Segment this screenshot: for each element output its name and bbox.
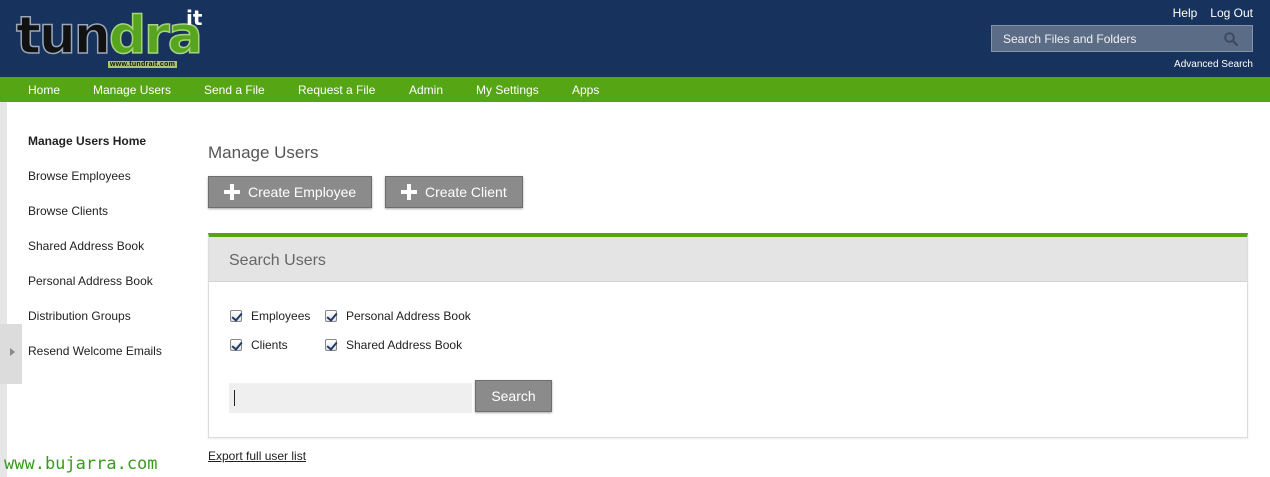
sidebar-item-manage-users-home[interactable]: Manage Users Home [28, 134, 146, 148]
shared-address-book-checkbox[interactable]: Shared Address Book [325, 338, 462, 352]
sidebar-item-personal-address-book[interactable]: Personal Address Book [28, 274, 153, 288]
search-users-panel-header: Search Users [209, 237, 1247, 282]
header-bar: tundra it www.tundrait.com Help Log Out … [0, 0, 1270, 77]
checkbox-checked-icon[interactable] [325, 339, 337, 351]
panel-title: Search Users [229, 252, 326, 269]
search-button[interactable]: Search [475, 380, 552, 412]
checkbox-checked-icon[interactable] [325, 310, 337, 322]
sidebar-item-resend-welcome-emails[interactable]: Resend Welcome Emails [28, 344, 162, 358]
nav-home[interactable]: Home [28, 83, 60, 97]
sidebar-item-browse-employees[interactable]: Browse Employees [28, 169, 131, 183]
expand-panel-handle[interactable] [0, 324, 22, 384]
logo-wordmark: tundra [15, 5, 203, 67]
tundra-logo[interactable]: tundra it www.tundrait.com [15, 4, 206, 72]
nav-admin[interactable]: Admin [409, 83, 443, 97]
side-panel-strip [0, 102, 7, 477]
main-nav: Home Manage Users Send a File Request a … [0, 77, 1270, 102]
plus-icon [224, 184, 240, 200]
help-link[interactable]: Help [1173, 6, 1198, 20]
create-client-button[interactable]: Create Client [385, 176, 523, 208]
top-links: Help Log Out [1173, 6, 1253, 20]
checkbox-checked-icon[interactable] [230, 310, 242, 322]
nav-my-settings[interactable]: My Settings [476, 83, 539, 97]
user-search-input[interactable] [229, 383, 472, 413]
logo-text-it: it [186, 6, 203, 30]
logo-text-tun: tun [15, 5, 111, 67]
file-search-box [991, 25, 1253, 52]
logo-url: www.tundrait.com [108, 61, 178, 68]
checkbox-checked-icon[interactable] [230, 339, 242, 351]
sidebar-item-shared-address-book[interactable]: Shared Address Book [28, 239, 144, 253]
logout-link[interactable]: Log Out [1210, 6, 1253, 20]
sidebar-item-browse-clients[interactable]: Browse Clients [28, 204, 108, 218]
watermark: www.bujarra.com [4, 454, 158, 474]
personal-address-book-checkbox-label: Personal Address Book [346, 309, 471, 323]
plus-icon [401, 184, 417, 200]
create-employee-label: Create Employee [248, 184, 357, 200]
personal-address-book-checkbox[interactable]: Personal Address Book [325, 309, 471, 323]
employees-checkbox-label: Employees [251, 309, 311, 323]
search-icon[interactable] [1224, 32, 1238, 46]
clients-checkbox[interactable]: Clients [230, 338, 288, 352]
text-cursor [234, 390, 235, 406]
create-client-label: Create Client [425, 184, 507, 200]
export-user-list-link[interactable]: Export full user list [208, 449, 306, 463]
nav-request-a-file[interactable]: Request a File [298, 83, 375, 97]
nav-send-a-file[interactable]: Send a File [204, 83, 265, 97]
nav-manage-users[interactable]: Manage Users [93, 83, 171, 97]
shared-address-book-checkbox-label: Shared Address Book [346, 338, 463, 352]
advanced-search-link[interactable]: Advanced Search [1174, 59, 1253, 70]
employees-checkbox[interactable]: Employees [230, 309, 310, 323]
create-employee-button[interactable]: Create Employee [208, 176, 372, 208]
file-search-input[interactable] [992, 26, 1222, 51]
page-title: Manage Users [208, 143, 319, 162]
clients-checkbox-label: Clients [251, 338, 288, 352]
sidebar-item-distribution-groups[interactable]: Distribution Groups [28, 309, 131, 323]
nav-apps[interactable]: Apps [572, 83, 599, 97]
